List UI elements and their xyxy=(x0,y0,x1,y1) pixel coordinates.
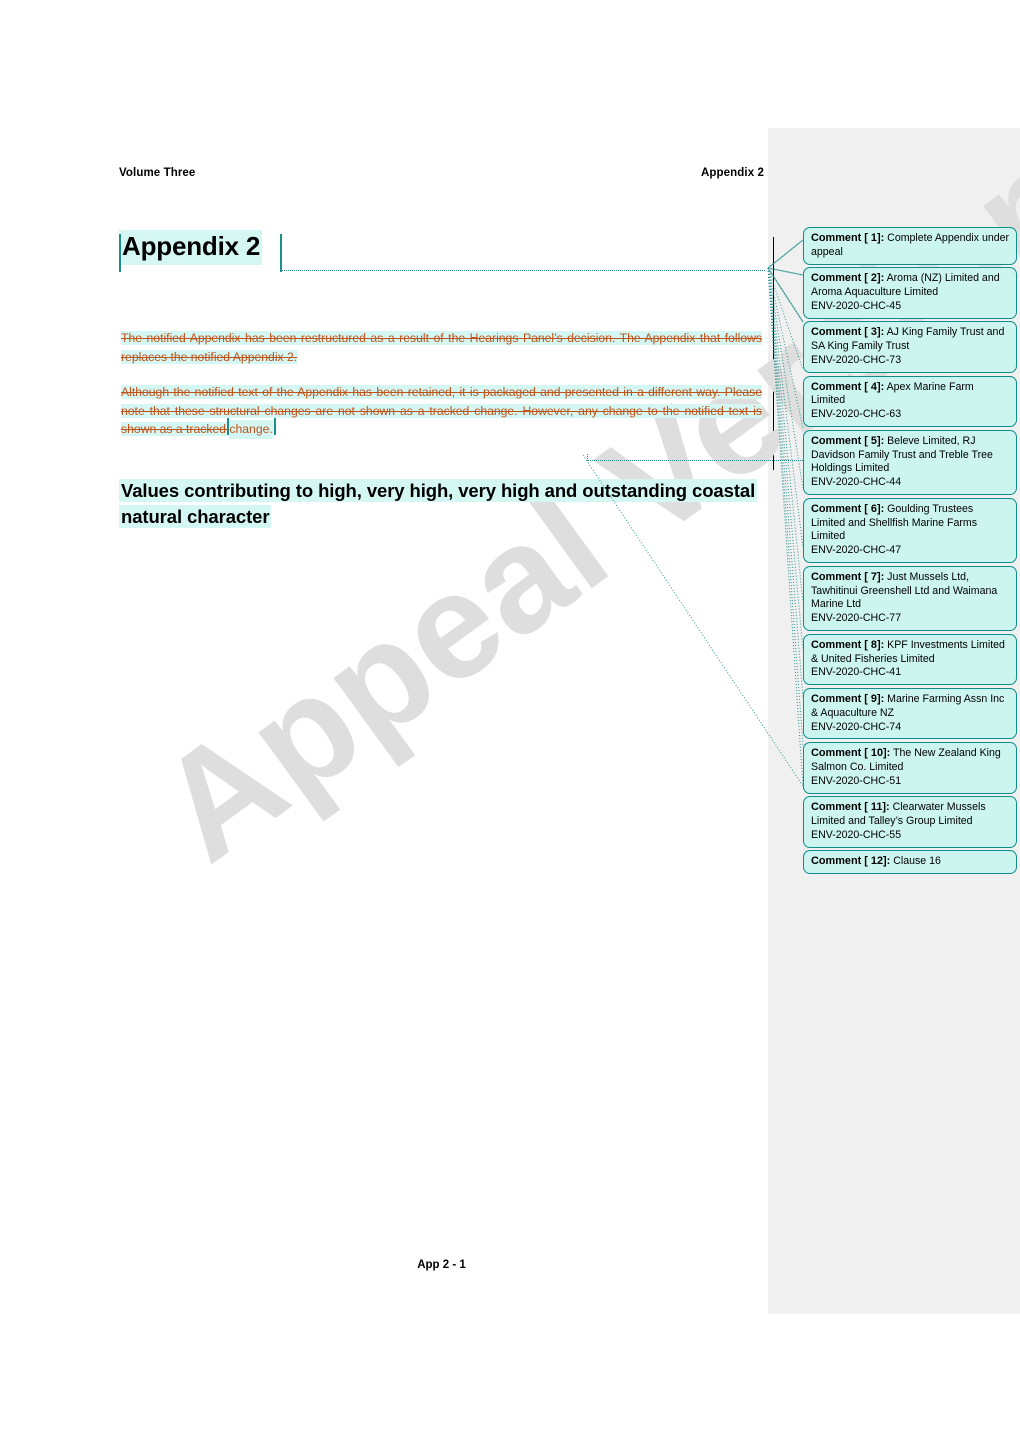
tracked-paragraph-2-anchor: change. xyxy=(227,418,276,439)
comment-balloon[interactable]: Comment [ 7]: Just Mussels Ltd, Tawhitin… xyxy=(803,565,1017,632)
comment-reference: ENV-2020-CHC-73 xyxy=(811,354,902,367)
comment-balloon[interactable]: Comment [ 12]: Clause 16 xyxy=(803,850,1017,874)
comment-reference: ENV-2020-CHC-74 xyxy=(811,720,902,733)
running-header-right: Appendix 2 xyxy=(701,167,764,179)
comment-balloon[interactable]: Comment [ 11]: Clearwater Mussels Limite… xyxy=(803,796,1017,848)
tracked-paragraph-2: Although the notified text of the Append… xyxy=(119,382,764,440)
comment-balloon[interactable]: Comment [ 8]: KPF Investments Limited & … xyxy=(803,633,1017,686)
tracked-paragraph-1: The notified Appendix has been restructu… xyxy=(119,328,764,367)
comment-balloon[interactable]: Comment [ 1]: Complete Appendix under ap… xyxy=(803,227,1017,265)
comment-reference: ENV-2020-CHC-45 xyxy=(811,300,902,312)
document-page: Volume Three Appendix 2 Appeal Version A… xyxy=(0,0,1020,1442)
comment-label: Comment [ 12]: xyxy=(811,855,891,868)
comment-reference: ENV-2020-CHC-47 xyxy=(811,544,902,557)
comment-balloon[interactable]: Comment [ 9]: Marine Farming Assn Inc & … xyxy=(803,687,1017,740)
comment-balloon[interactable]: Comment [ 3]: AJ King Family Trust and S… xyxy=(803,321,1017,373)
comment-anchor-bracket-right xyxy=(274,418,276,436)
appendix-title-block: Appendix 2 xyxy=(119,230,765,276)
comment-balloon[interactable]: Comment [ 10]: The New Zealand King Salm… xyxy=(803,741,1017,794)
tracked-paragraph-2-tail-text: change. xyxy=(229,422,273,437)
comment-balloon[interactable]: Comment [ 6]: Goulding Trustees Limited … xyxy=(803,497,1017,564)
comment-body: Clause 16 xyxy=(893,855,941,868)
comment-label: Comment [ 9]: xyxy=(811,692,885,705)
comment-label: Comment [ 5]: xyxy=(811,434,885,447)
comment-reference: ENV-2020-CHC-44 xyxy=(811,476,902,489)
comment-balloon[interactable]: Comment [ 4]: Apex Marine Farm Limited E… xyxy=(803,375,1017,428)
comment-anchor-bracket-left xyxy=(119,234,121,272)
tracked-paragraph-1-text: The notified Appendix has been restructu… xyxy=(121,331,762,364)
running-header-left: Volume Three xyxy=(119,167,196,179)
page-title: Appendix 2 xyxy=(119,230,263,265)
comment-balloon[interactable]: Comment [ 5]: Beleve Limited, RJ Davidso… xyxy=(803,429,1017,496)
comment-reference: ENV-2020-CHC-55 xyxy=(811,828,902,841)
comment-reference: ENV-2020-CHC-51 xyxy=(811,774,902,787)
comment-label: Comment [ 1]: xyxy=(811,232,885,244)
comment-reference: ENV-2020-CHC-77 xyxy=(811,612,902,625)
comment-reference: ENV-2020-CHC-63 xyxy=(811,408,902,421)
comment-label: Comment [ 6]: xyxy=(811,502,885,515)
comment-label: Comment [ 3]: xyxy=(811,326,885,339)
comment-anchor-bracket-right xyxy=(280,234,282,272)
comment-balloons: Comment [ 1]: Complete Appendix under ap… xyxy=(803,227,1017,877)
comment-label: Comment [ 8]: xyxy=(811,638,885,651)
comment-reference: ENV-2020-CHC-41 xyxy=(811,666,902,679)
page-footer: App 2 - 1 xyxy=(417,1259,466,1271)
running-header: Volume Three Appendix 2 xyxy=(119,167,764,179)
comment-label: Comment [ 7]: xyxy=(811,570,885,583)
tracked-change-bar xyxy=(773,237,774,470)
comment-anchor-run xyxy=(281,270,765,271)
comment-label: Comment [ 11]: xyxy=(811,801,890,813)
comment-label: Comment [ 10]: xyxy=(811,746,891,759)
comment-label: Comment [ 2]: xyxy=(811,272,885,285)
section-heading-text: Values contributing to high, very high, … xyxy=(119,478,758,528)
document-body: Appendix 2 The notified Appendix has bee… xyxy=(119,230,897,531)
comment-label: Comment [ 4]: xyxy=(811,380,885,393)
section-heading: Values contributing to high, very high, … xyxy=(119,478,759,531)
tracked-paragraph-2-text: Although the notified text of the Append… xyxy=(121,385,762,437)
comment-anchor-bracket-left xyxy=(227,418,229,436)
comment-balloon[interactable]: Comment [ 2]: Aroma (NZ) Limited and Aro… xyxy=(803,267,1017,319)
